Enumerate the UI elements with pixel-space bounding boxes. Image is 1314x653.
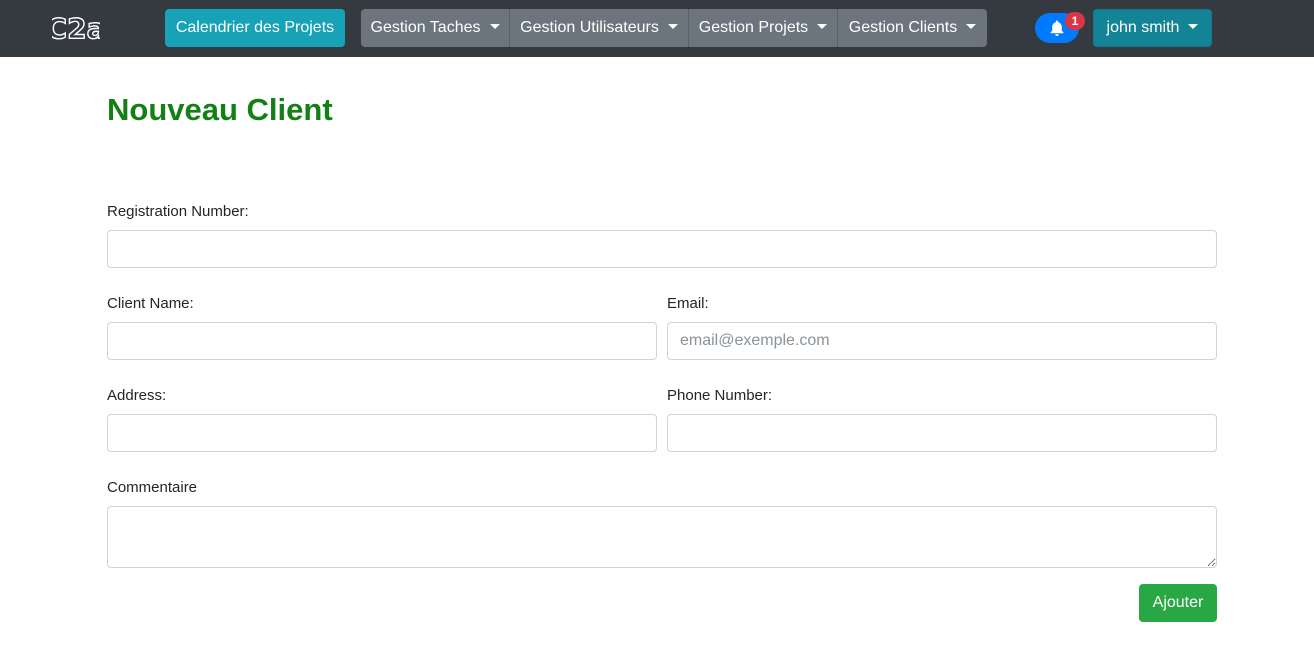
registration-number-label: Registration Number: <box>107 203 249 220</box>
bell-icon <box>1050 20 1064 36</box>
add-client-label: Ajouter <box>1152 594 1204 611</box>
menu-gestion-clients-label: Gestion Clients <box>848 19 958 36</box>
user-name-label: john smith <box>1106 19 1180 36</box>
menu-gestion-taches-label: Gestion Taches <box>370 19 481 36</box>
svg-text:C2a: C2a <box>52 13 100 43</box>
top-navbar: C2a Calendrier des Projets Gestion Tache… <box>0 0 1314 57</box>
caret-down-icon <box>817 23 828 29</box>
comment-textarea[interactable] <box>107 506 1217 568</box>
notification-count-badge: 1 <box>1065 12 1085 30</box>
caret-down-icon <box>489 23 500 29</box>
phone-number-input[interactable] <box>667 414 1217 452</box>
c2a-logo[interactable]: C2a <box>46 11 106 45</box>
menu-gestion-utilisateurs[interactable]: Gestion Utilisateurs <box>509 9 688 47</box>
calendar-projects-button[interactable]: Calendrier des Projets <box>165 9 345 47</box>
menu-gestion-clients[interactable]: Gestion Clients <box>837 9 987 47</box>
email-input[interactable] <box>667 322 1217 360</box>
menu-gestion-taches[interactable]: Gestion Taches <box>361 9 509 47</box>
menu-gestion-utilisateurs-label: Gestion Utilisateurs <box>520 19 659 36</box>
email-label: Email: <box>667 295 709 312</box>
phone-number-label: Phone Number: <box>667 387 773 404</box>
calendar-projects-label: Calendrier des Projets <box>175 19 335 36</box>
registration-number-input[interactable] <box>107 230 1217 268</box>
user-menu-button[interactable]: john smith <box>1093 9 1212 47</box>
caret-down-icon <box>966 23 977 29</box>
client-name-label: Client Name: <box>107 295 194 312</box>
comment-label: Commentaire <box>107 479 198 496</box>
caret-down-icon <box>667 23 678 29</box>
add-client-button[interactable]: Ajouter <box>1139 584 1217 622</box>
address-input[interactable] <box>107 414 657 452</box>
management-menu-group: Gestion Taches Gestion Utilisateurs Gest… <box>361 9 987 47</box>
address-label: Address: <box>107 387 167 404</box>
client-name-input[interactable] <box>107 322 657 360</box>
page-title: Nouveau Client <box>107 92 333 127</box>
menu-gestion-projets[interactable]: Gestion Projets <box>688 9 837 47</box>
menu-gestion-projets-label: Gestion Projets <box>698 19 809 36</box>
caret-down-icon <box>1188 23 1199 29</box>
